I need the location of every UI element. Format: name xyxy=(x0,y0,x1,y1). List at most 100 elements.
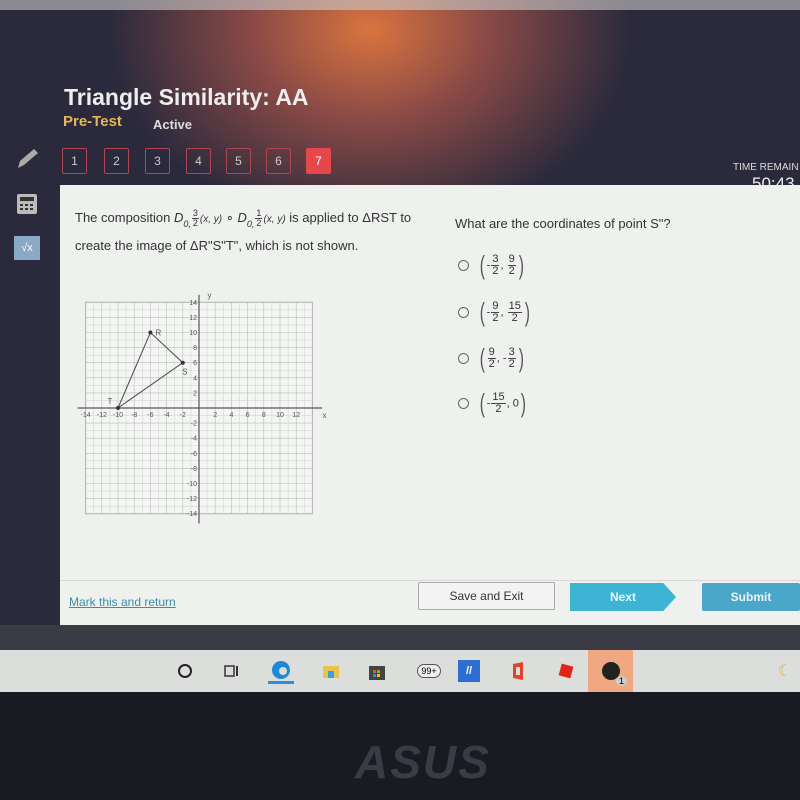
weather-icon[interactable]: ☾ xyxy=(772,658,798,684)
x-tick-label: -2 xyxy=(180,412,186,419)
roblox-icon[interactable] xyxy=(553,658,579,684)
y-tick-label: -12 xyxy=(187,496,197,503)
sign: - xyxy=(486,305,491,318)
fraction: 32 xyxy=(507,345,516,370)
next-button[interactable]: Next xyxy=(570,583,676,611)
right-paren: ) xyxy=(520,388,526,418)
x-tick-label: -6 xyxy=(147,412,153,419)
x-tick-label: 12 xyxy=(292,412,300,419)
point-S xyxy=(180,360,185,365)
dilation-args: (x, y) xyxy=(263,214,286,225)
y-tick-label: -6 xyxy=(191,451,197,458)
radio-button[interactable] xyxy=(458,259,469,271)
question-text: The composition D0, 3 2 (x, y) ∘ D0, 1 2 (x, y… xyxy=(75,207,435,256)
browser-address-bar xyxy=(0,0,800,10)
store-icon[interactable] xyxy=(364,658,390,684)
mail-badge: 99+ xyxy=(417,664,441,678)
left-paren: ( xyxy=(479,250,485,280)
x-tick-label: 2 xyxy=(213,412,217,419)
save-and-exit-button[interactable]: Save and Exit xyxy=(418,582,555,610)
asus-logo: ASUS xyxy=(355,736,491,788)
fraction: 15 2 xyxy=(491,390,506,415)
x-axis-label: x xyxy=(323,411,327,420)
scale-fraction: 32 xyxy=(191,208,199,229)
left-paren: ( xyxy=(479,297,485,327)
answer-option[interactable]: (9 2, -3 2) xyxy=(458,345,525,371)
y-tick-label: 14 xyxy=(189,300,197,307)
search-icon[interactable] xyxy=(172,658,198,684)
calculator-icon[interactable] xyxy=(14,192,40,216)
right-paren: ) xyxy=(524,297,530,327)
task-view-icon[interactable] xyxy=(218,658,244,684)
answer-option[interactable]: (-3 2, 9 2) xyxy=(458,252,525,278)
answer-option[interactable]: (-15 2, 0) xyxy=(458,390,528,416)
right-paren: ) xyxy=(518,343,524,373)
question-nav-3[interactable]: 3 xyxy=(145,148,170,174)
y-tick-label: 8 xyxy=(193,345,197,352)
x-tick-label: 6 xyxy=(246,412,250,419)
point-label-S: S xyxy=(182,368,187,377)
point-R xyxy=(148,330,153,335)
sign: - xyxy=(502,351,507,364)
dilation-center: 0, xyxy=(246,219,255,229)
y-tick-label: 6 xyxy=(193,360,197,367)
left-paren: ( xyxy=(479,343,485,373)
y-tick-label: -2 xyxy=(191,421,197,428)
y-tick-label: 4 xyxy=(193,375,197,382)
mail-icon[interactable]: 99+ xyxy=(412,658,446,684)
dilation-letter: D xyxy=(237,210,247,225)
x-tick-label: 10 xyxy=(276,412,284,419)
y-tick-label: 2 xyxy=(193,390,197,397)
screen: Triangle Similarity: AA Pre-Test Active … xyxy=(0,0,800,700)
answer-option[interactable]: (-9 2, 15 2) xyxy=(458,299,532,325)
question-nav-1[interactable]: 1 xyxy=(62,148,87,174)
coordinate-graph: -14 -12 -10 -8 -6 -4 -2 2 4 6 8 10 12 14 12 10 8 6 4 2 -2 -4 -… xyxy=(77,293,327,524)
office-icon[interactable] xyxy=(505,658,531,684)
compose-symbol: ∘ xyxy=(222,210,238,225)
y-tick-label: -4 xyxy=(191,436,197,443)
mark-and-return-link[interactable]: Mark this and return xyxy=(69,595,176,609)
question-nav-6[interactable]: 6 xyxy=(266,148,291,174)
dilation-center: 0, xyxy=(183,219,191,229)
app-icon[interactable]: // xyxy=(458,660,480,682)
question-nav-2[interactable]: 2 xyxy=(104,148,129,174)
x-tick-label: 8 xyxy=(262,412,266,419)
radio-button[interactable] xyxy=(458,397,469,409)
question-prompt: What are the coordinates of point S"? xyxy=(455,216,671,231)
taskbar: 99+ // 1 ☾ xyxy=(0,650,800,692)
y-tick-label: -8 xyxy=(191,466,197,473)
edge-icon[interactable] xyxy=(268,658,294,684)
question-nav-4[interactable]: 4 xyxy=(186,148,211,174)
question-nav-7[interactable]: 7 xyxy=(306,148,331,174)
radio-button[interactable] xyxy=(458,352,469,364)
point-label-R: R xyxy=(156,329,162,338)
right-paren: ) xyxy=(518,250,524,280)
assignment-type: Pre-Test xyxy=(63,113,122,130)
file-explorer-icon[interactable] xyxy=(318,658,344,684)
pencil-icon[interactable] xyxy=(14,146,40,170)
coordinate-value: 0 xyxy=(512,396,519,409)
x-tick-label: 4 xyxy=(229,412,233,419)
fraction: 92 xyxy=(507,252,516,277)
status-label: Active xyxy=(153,117,193,132)
y-tick-label: -10 xyxy=(187,481,197,488)
xbox-icon[interactable]: 1 xyxy=(588,650,633,692)
x-tick-label: -12 xyxy=(97,412,107,419)
square-root-icon[interactable]: √x xyxy=(14,236,40,260)
timer-label: TIME REMAIN xyxy=(733,162,799,173)
scale-fraction: 12 xyxy=(255,208,263,229)
question-panel: The composition D0, 3 2 (x, y) ∘ D0, 1 2 (x, y… xyxy=(60,185,800,625)
fraction: 92 xyxy=(491,299,500,324)
question-nav-5[interactable]: 5 xyxy=(226,148,251,174)
submit-button[interactable]: Submit xyxy=(702,583,800,611)
radio-button[interactable] xyxy=(458,306,469,318)
point-T xyxy=(116,406,120,410)
sign: - xyxy=(486,258,491,271)
footer: Mark this and return Save and Exit Next … xyxy=(60,580,800,625)
x-tick-label: -8 xyxy=(131,412,137,419)
dilation-args: (x, y) xyxy=(199,214,223,225)
sign: - xyxy=(486,396,491,409)
fraction: 32 xyxy=(491,252,500,277)
dilation-letter: D xyxy=(174,210,184,225)
x-tick-label: -14 xyxy=(81,412,91,419)
